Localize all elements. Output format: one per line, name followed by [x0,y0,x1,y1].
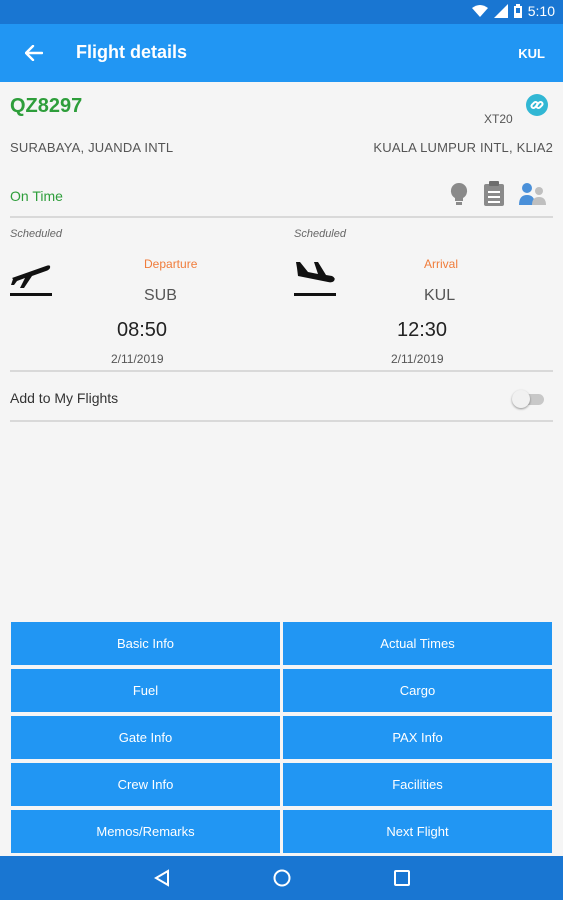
facilities-button[interactable]: Facilities [283,763,552,806]
flight-status: On Time [10,188,63,204]
departure-scheduled-label: Scheduled [10,228,62,240]
back-button[interactable] [20,39,48,67]
divider [10,420,553,422]
departure-direction-label: Departure [144,257,198,271]
app-bar: Flight details KUL [0,24,563,82]
clipboard-icon[interactable] [483,181,505,207]
origin-airport: SURABAYA, JUANDA INTL [10,140,174,155]
link-button[interactable] [526,94,548,116]
departure-date: 2/11/2019 [111,352,164,366]
status-bar: 5:10 [0,0,563,24]
pax-info-button[interactable]: PAX Info [283,716,552,759]
actual-times-button[interactable]: Actual Times [283,622,552,665]
nav-back-icon [154,869,169,887]
destination-airport: KUALA LUMPUR INTL, KLIA2 [373,140,553,155]
nav-recents-icon [394,870,410,886]
nav-back-button[interactable] [150,866,174,890]
basic-info-button[interactable]: Basic Info [11,622,280,665]
add-to-my-flights-toggle[interactable] [512,390,544,408]
crew-icon[interactable] [519,182,547,206]
aircraft-type: XT20 [484,112,513,126]
landing-icon [294,258,336,303]
wifi-icon [471,5,488,17]
arrival-date: 2/11/2019 [391,352,444,366]
link-icon [530,100,544,110]
status-icons: 5:10 [471,3,555,19]
battery-icon [513,4,522,18]
arrival-time: 12:30 [397,319,448,341]
nav-home-icon [273,869,291,887]
arrow-back-icon [25,45,43,61]
status-icons-row [449,181,547,207]
toggle-thumb [512,390,530,408]
departure-airport-code: SUB [144,287,177,304]
lightbulb-icon[interactable] [449,182,469,206]
takeoff-icon [10,258,52,303]
flight-details-content: QZ8297 XT20 SURABAYA, JUANDA INTL KUALA … [0,82,563,856]
arrival-airport-code: KUL [424,287,456,304]
next-flight-button[interactable]: Next Flight [283,810,552,853]
fuel-button[interactable]: Fuel [11,669,280,712]
airport-action-button[interactable]: KUL [518,46,545,61]
memos-remarks-button[interactable]: Memos/Remarks [11,810,280,853]
flight-number: QZ8297 [10,95,83,117]
add-to-my-flights-label: Add to My Flights [10,390,119,406]
divider [10,216,553,218]
status-time: 5:10 [527,3,555,19]
divider [10,370,553,372]
crew-info-button[interactable]: Crew Info [11,763,280,806]
page-title: Flight details [76,42,188,62]
system-nav-bar [0,856,563,900]
gate-info-button[interactable]: Gate Info [11,716,280,759]
departure-time: 08:50 [117,319,168,341]
nav-recents-button[interactable] [390,866,414,890]
nav-home-button[interactable] [270,866,294,890]
arrival-direction-label: Arrival [424,257,459,271]
arrival-scheduled-label: Scheduled [294,228,346,240]
signal-icon [493,4,508,18]
cargo-button[interactable]: Cargo [283,669,552,712]
